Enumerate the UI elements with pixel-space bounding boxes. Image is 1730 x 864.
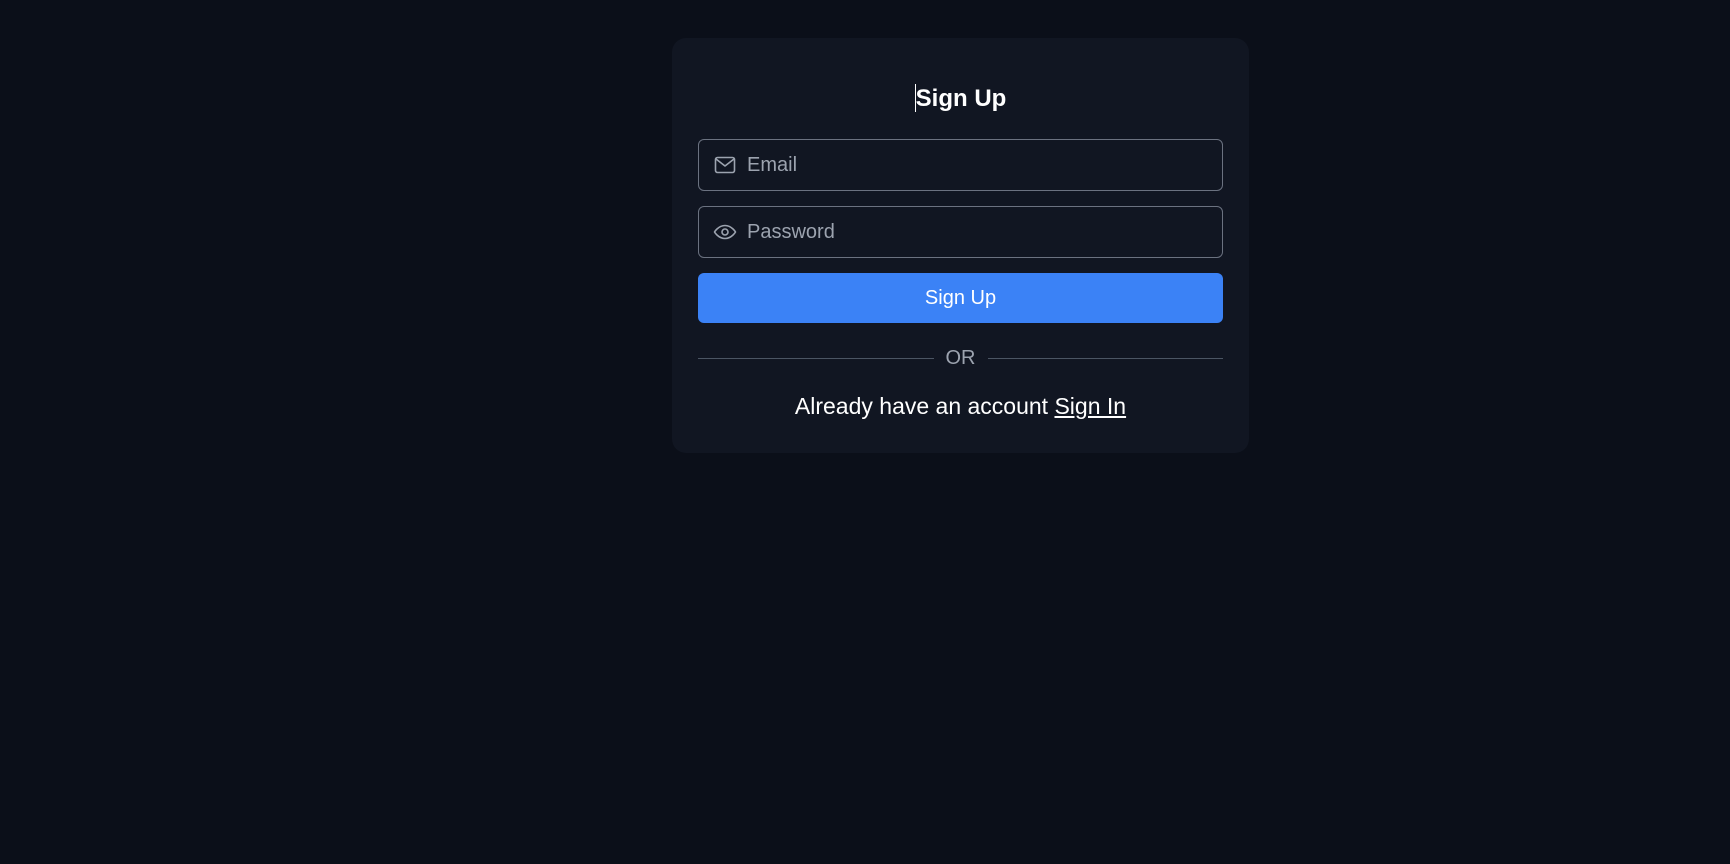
password-field-container[interactable] <box>698 206 1223 258</box>
sign-up-button[interactable]: Sign Up <box>698 273 1223 323</box>
footer-text: Already have an account Sign In <box>672 393 1249 420</box>
mail-icon <box>713 153 737 177</box>
divider-line-left <box>698 357 934 359</box>
signup-card: Sign Up Sign Up OR Already have an accou… <box>672 38 1249 453</box>
sign-in-link[interactable]: Sign In <box>1054 393 1126 419</box>
email-field-container[interactable] <box>698 139 1223 191</box>
password-input[interactable] <box>747 207 1222 257</box>
email-input[interactable] <box>747 140 1222 190</box>
page-title: Sign Up <box>672 84 1249 114</box>
divider-line-right <box>987 357 1223 359</box>
divider-label: OR <box>945 346 976 369</box>
or-divider: OR <box>698 346 1223 370</box>
footer-prompt: Already have an account <box>794 393 1049 419</box>
eye-icon[interactable] <box>713 220 737 244</box>
page-title-text: Sign Up <box>915 85 1007 112</box>
